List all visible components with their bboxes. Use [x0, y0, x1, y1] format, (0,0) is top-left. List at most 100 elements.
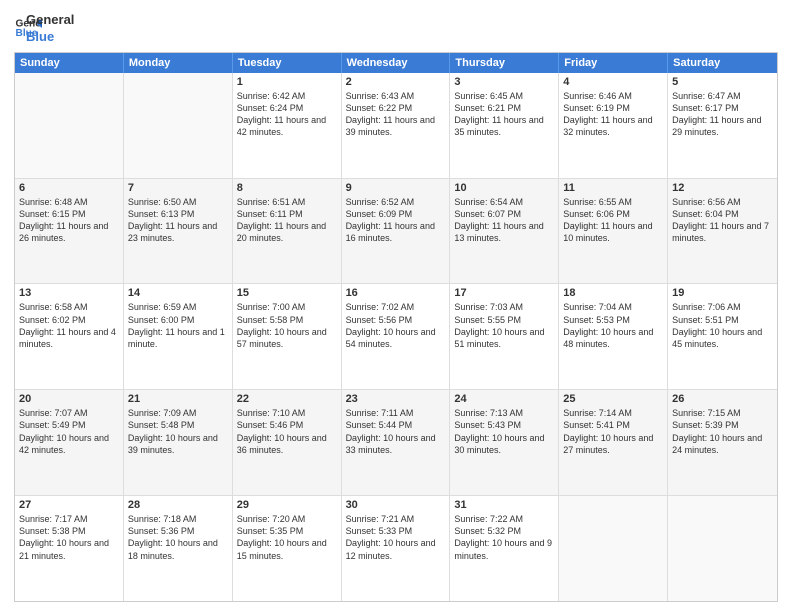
day-number: 12 — [672, 182, 773, 194]
day-info: Sunrise: 7:13 AM Sunset: 5:43 PM Dayligh… — [454, 407, 554, 456]
day-number: 16 — [346, 287, 446, 299]
day-of-week-friday: Friday — [559, 53, 668, 73]
day-info: Sunrise: 7:18 AM Sunset: 5:36 PM Dayligh… — [128, 513, 228, 562]
day-info: Sunrise: 6:58 AM Sunset: 6:02 PM Dayligh… — [19, 301, 119, 350]
day-cell-15: 15 Sunrise: 7:00 AM Sunset: 5:58 PM Dayli… — [233, 284, 342, 389]
day-cell-6: 6 Sunrise: 6:48 AM Sunset: 6:15 PM Daylig… — [15, 179, 124, 284]
day-cell-24: 24 Sunrise: 7:13 AM Sunset: 5:43 PM Dayli… — [450, 390, 559, 495]
day-cell-17: 17 Sunrise: 7:03 AM Sunset: 5:55 PM Dayli… — [450, 284, 559, 389]
day-info: Sunrise: 7:00 AM Sunset: 5:58 PM Dayligh… — [237, 301, 337, 350]
day-cell-2: 2 Sunrise: 6:43 AM Sunset: 6:22 PM Daylig… — [342, 73, 451, 178]
empty-cell — [668, 496, 777, 601]
day-info: Sunrise: 6:47 AM Sunset: 6:17 PM Dayligh… — [672, 90, 773, 139]
day-number: 1 — [237, 76, 337, 88]
day-info: Sunrise: 6:52 AM Sunset: 6:09 PM Dayligh… — [346, 196, 446, 245]
page-header: General Blue General Blue — [14, 10, 778, 46]
day-info: Sunrise: 7:14 AM Sunset: 5:41 PM Dayligh… — [563, 407, 663, 456]
day-number: 29 — [237, 499, 337, 511]
day-cell-8: 8 Sunrise: 6:51 AM Sunset: 6:11 PM Daylig… — [233, 179, 342, 284]
day-number: 28 — [128, 499, 228, 511]
day-number: 19 — [672, 287, 773, 299]
logo-general: General — [26, 12, 74, 29]
day-cell-7: 7 Sunrise: 6:50 AM Sunset: 6:13 PM Daylig… — [124, 179, 233, 284]
calendar-header: SundayMondayTuesdayWednesdayThursdayFrid… — [15, 53, 777, 73]
day-cell-10: 10Sunrise: 6:54 AM Sunset: 6:07 PM Dayli… — [450, 179, 559, 284]
day-info: Sunrise: 6:50 AM Sunset: 6:13 PM Dayligh… — [128, 196, 228, 245]
day-cell-29: 29 Sunrise: 7:20 AM Sunset: 5:35 PM Dayli… — [233, 496, 342, 601]
day-info: Sunrise: 7:03 AM Sunset: 5:55 PM Dayligh… — [454, 301, 554, 350]
day-cell-25: 25 Sunrise: 7:14 AM Sunset: 5:41 PM Dayli… — [559, 390, 668, 495]
day-number: 13 — [19, 287, 119, 299]
day-number: 7 — [128, 182, 228, 194]
day-cell-5: 5Sunrise: 6:47 AM Sunset: 6:17 PM Daylig… — [668, 73, 777, 178]
day-info: Sunrise: 7:07 AM Sunset: 5:49 PM Dayligh… — [19, 407, 119, 456]
day-of-week-wednesday: Wednesday — [342, 53, 451, 73]
day-cell-13: 13 Sunrise: 6:58 AM Sunset: 6:02 PM Dayli… — [15, 284, 124, 389]
day-info: Sunrise: 7:22 AM Sunset: 5:32 PM Dayligh… — [454, 513, 554, 562]
day-number: 8 — [237, 182, 337, 194]
day-number: 27 — [19, 499, 119, 511]
day-number: 26 — [672, 393, 773, 405]
day-cell-4: 4Sunrise: 6:46 AM Sunset: 6:19 PM Daylig… — [559, 73, 668, 178]
day-cell-3: 3 Sunrise: 6:45 AM Sunset: 6:21 PM Daylig… — [450, 73, 559, 178]
day-info: Sunrise: 6:59 AM Sunset: 6:00 PM Dayligh… — [128, 301, 228, 350]
day-info: Sunrise: 6:55 AM Sunset: 6:06 PM Dayligh… — [563, 196, 663, 245]
week-row-4: 20Sunrise: 7:07 AM Sunset: 5:49 PM Dayli… — [15, 390, 777, 496]
day-number: 18 — [563, 287, 663, 299]
day-number: 31 — [454, 499, 554, 511]
day-info: Sunrise: 6:51 AM Sunset: 6:11 PM Dayligh… — [237, 196, 337, 245]
day-cell-22: 22Sunrise: 7:10 AM Sunset: 5:46 PM Dayli… — [233, 390, 342, 495]
day-cell-20: 20Sunrise: 7:07 AM Sunset: 5:49 PM Dayli… — [15, 390, 124, 495]
day-cell-27: 27 Sunrise: 7:17 AM Sunset: 5:38 PM Dayli… — [15, 496, 124, 601]
calendar: SundayMondayTuesdayWednesdayThursdayFrid… — [14, 52, 778, 602]
day-info: Sunrise: 6:46 AM Sunset: 6:19 PM Dayligh… — [563, 90, 663, 139]
day-info: Sunrise: 7:15 AM Sunset: 5:39 PM Dayligh… — [672, 407, 773, 456]
day-number: 15 — [237, 287, 337, 299]
day-cell-16: 16 Sunrise: 7:02 AM Sunset: 5:56 PM Dayli… — [342, 284, 451, 389]
day-info: Sunrise: 7:20 AM Sunset: 5:35 PM Dayligh… — [237, 513, 337, 562]
day-number: 11 — [563, 182, 663, 194]
week-row-1: 1Sunrise: 6:42 AM Sunset: 6:24 PM Daylig… — [15, 73, 777, 179]
day-info: Sunrise: 7:17 AM Sunset: 5:38 PM Dayligh… — [19, 513, 119, 562]
day-cell-26: 26 Sunrise: 7:15 AM Sunset: 5:39 PM Dayli… — [668, 390, 777, 495]
day-of-week-monday: Monday — [124, 53, 233, 73]
day-info: Sunrise: 6:43 AM Sunset: 6:22 PM Dayligh… — [346, 90, 446, 139]
day-cell-21: 21 Sunrise: 7:09 AM Sunset: 5:48 PM Dayli… — [124, 390, 233, 495]
day-cell-11: 11 Sunrise: 6:55 AM Sunset: 6:06 PM Dayli… — [559, 179, 668, 284]
calendar-body: 1Sunrise: 6:42 AM Sunset: 6:24 PM Daylig… — [15, 73, 777, 601]
day-info: Sunrise: 7:11 AM Sunset: 5:44 PM Dayligh… — [346, 407, 446, 456]
day-number: 2 — [346, 76, 446, 88]
logo-blue: Blue — [26, 29, 74, 46]
day-cell-1: 1Sunrise: 6:42 AM Sunset: 6:24 PM Daylig… — [233, 73, 342, 178]
day-cell-14: 14 Sunrise: 6:59 AM Sunset: 6:00 PM Dayli… — [124, 284, 233, 389]
day-cell-23: 23Sunrise: 7:11 AM Sunset: 5:44 PM Dayli… — [342, 390, 451, 495]
day-of-week-thursday: Thursday — [450, 53, 559, 73]
day-info: Sunrise: 7:06 AM Sunset: 5:51 PM Dayligh… — [672, 301, 773, 350]
empty-cell — [15, 73, 124, 178]
empty-cell — [124, 73, 233, 178]
day-info: Sunrise: 7:04 AM Sunset: 5:53 PM Dayligh… — [563, 301, 663, 350]
day-cell-19: 19 Sunrise: 7:06 AM Sunset: 5:51 PM Dayli… — [668, 284, 777, 389]
day-info: Sunrise: 7:02 AM Sunset: 5:56 PM Dayligh… — [346, 301, 446, 350]
day-info: Sunrise: 6:45 AM Sunset: 6:21 PM Dayligh… — [454, 90, 554, 139]
day-number: 24 — [454, 393, 554, 405]
day-cell-18: 18 Sunrise: 7:04 AM Sunset: 5:53 PM Dayli… — [559, 284, 668, 389]
week-row-3: 13 Sunrise: 6:58 AM Sunset: 6:02 PM Dayli… — [15, 284, 777, 390]
day-number: 9 — [346, 182, 446, 194]
day-number: 21 — [128, 393, 228, 405]
day-number: 25 — [563, 393, 663, 405]
day-info: Sunrise: 6:54 AM Sunset: 6:07 PM Dayligh… — [454, 196, 554, 245]
day-info: Sunrise: 7:09 AM Sunset: 5:48 PM Dayligh… — [128, 407, 228, 456]
day-number: 6 — [19, 182, 119, 194]
day-cell-12: 12Sunrise: 6:56 AM Sunset: 6:04 PM Dayli… — [668, 179, 777, 284]
day-number: 22 — [237, 393, 337, 405]
day-number: 17 — [454, 287, 554, 299]
week-row-5: 27 Sunrise: 7:17 AM Sunset: 5:38 PM Dayli… — [15, 496, 777, 601]
day-info: Sunrise: 6:48 AM Sunset: 6:15 PM Dayligh… — [19, 196, 119, 245]
day-number: 14 — [128, 287, 228, 299]
day-of-week-tuesday: Tuesday — [233, 53, 342, 73]
day-number: 3 — [454, 76, 554, 88]
day-number: 30 — [346, 499, 446, 511]
day-cell-31: 31 Sunrise: 7:22 AM Sunset: 5:32 PM Dayli… — [450, 496, 559, 601]
empty-cell — [559, 496, 668, 601]
